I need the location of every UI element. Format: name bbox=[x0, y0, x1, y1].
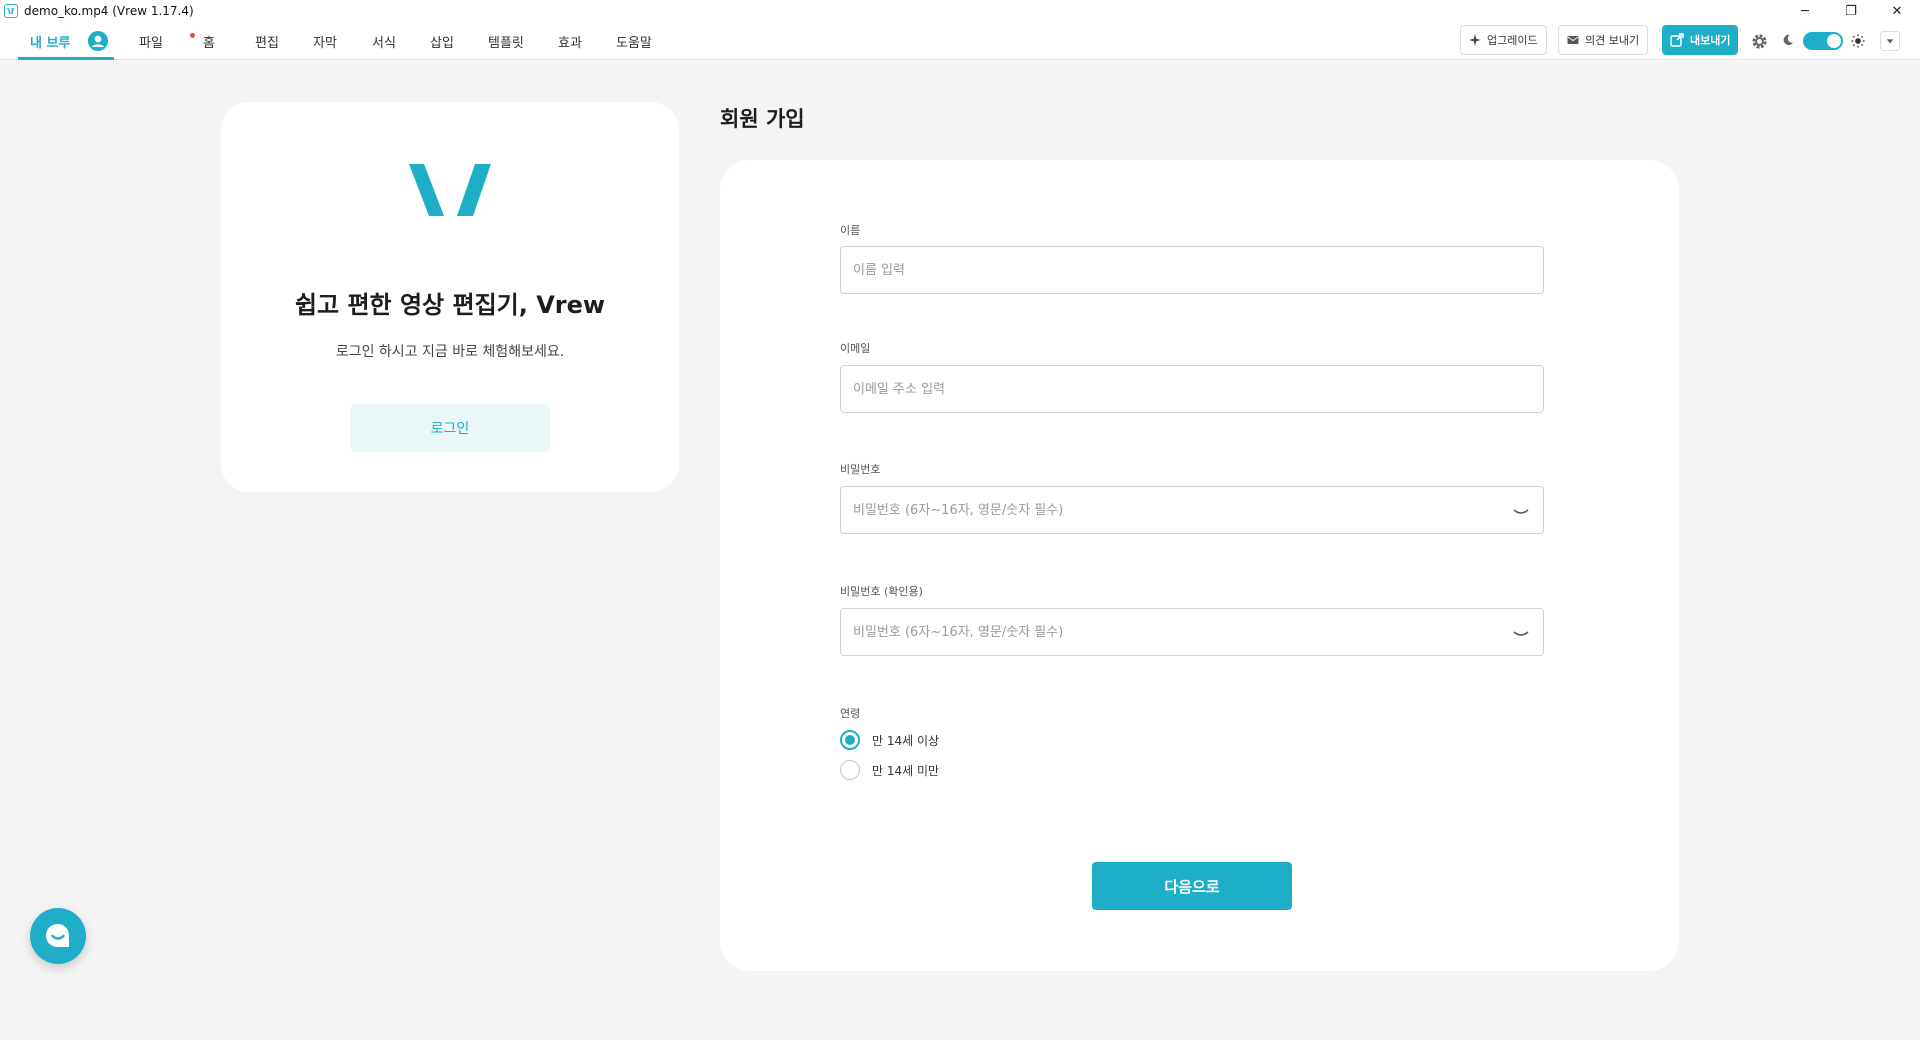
tab-help[interactable]: 도움말 bbox=[616, 22, 652, 60]
tab-edit[interactable]: 편집 bbox=[255, 22, 279, 60]
vrew-app-icon bbox=[4, 4, 18, 18]
name-label: 이름 bbox=[840, 224, 861, 237]
password-label: 비밀번호 bbox=[840, 463, 881, 476]
notification-dot bbox=[190, 33, 195, 38]
window-title: demo_ko.mp4 (Vrew 1.17.4) bbox=[24, 4, 194, 18]
tab-effects[interactable]: 효과 bbox=[558, 22, 582, 60]
age-option-label: 만 14세 미만 bbox=[872, 763, 940, 778]
tab-subtitle[interactable]: 자막 bbox=[313, 22, 337, 60]
upgrade-label: 업그레이드 bbox=[1487, 34, 1538, 47]
profile-icon bbox=[88, 31, 109, 51]
email-label: 이메일 bbox=[840, 342, 871, 355]
export-button[interactable]: 내보내기 bbox=[1662, 25, 1739, 55]
tab-my-vrew-label: 내 브루 bbox=[30, 35, 71, 51]
next-button[interactable]: 다음으로 bbox=[1092, 862, 1292, 910]
restore-button[interactable]: ❐ bbox=[1828, 0, 1874, 22]
menu-dropdown-button[interactable] bbox=[1880, 31, 1900, 51]
title-bar: demo_ko.mp4 (Vrew 1.17.4) ─ ❐ ✕ bbox=[0, 0, 1920, 22]
chat-icon bbox=[46, 924, 69, 947]
tab-format[interactable]: 서식 bbox=[372, 22, 396, 60]
tab-insert[interactable]: 삽입 bbox=[430, 22, 454, 60]
close-button[interactable]: ✕ bbox=[1874, 0, 1920, 22]
password-confirm-input[interactable] bbox=[840, 608, 1544, 656]
eye-closed-icon[interactable] bbox=[1512, 628, 1530, 640]
tab-template[interactable]: 템플릿 bbox=[488, 22, 524, 60]
password-input[interactable] bbox=[840, 486, 1544, 534]
intro-card: 쉽고 편한 영상 편집기, Vrew 로그인 하시고 지금 바로 체험해보세요.… bbox=[221, 102, 679, 492]
chat-support-button[interactable] bbox=[30, 908, 86, 964]
tab-file[interactable]: 파일 bbox=[139, 22, 163, 60]
theme-toggle[interactable] bbox=[1803, 32, 1843, 50]
feedback-label: 의견 보내기 bbox=[1585, 34, 1640, 47]
minimize-button[interactable]: ─ bbox=[1782, 0, 1828, 22]
intro-tagline: 쉽고 편한 영상 편집기, Vrew bbox=[294, 291, 606, 319]
eye-closed-icon[interactable] bbox=[1512, 506, 1530, 518]
sun-icon bbox=[1850, 33, 1866, 49]
feedback-button[interactable]: 의견 보내기 bbox=[1558, 25, 1649, 55]
upgrade-button[interactable]: 업그레이드 bbox=[1460, 25, 1547, 55]
page-title: 회원 가입 bbox=[720, 107, 805, 131]
password-confirm-label: 비밀번호 (확인용) bbox=[840, 585, 923, 598]
vrew-logo bbox=[409, 164, 491, 216]
age-label: 연령 bbox=[840, 707, 861, 720]
window-controls: ─ ❐ ✕ bbox=[1782, 0, 1920, 22]
sparkle-icon bbox=[1469, 34, 1481, 46]
export-label: 내보내기 bbox=[1690, 34, 1731, 47]
tab-home[interactable]: 홈 bbox=[203, 22, 215, 60]
intro-subtext: 로그인 하시고 지금 바로 체험해보세요. bbox=[335, 344, 565, 360]
moon-icon bbox=[1781, 33, 1795, 47]
chevron-down-icon bbox=[1886, 39, 1894, 44]
mail-icon bbox=[1567, 36, 1579, 44]
settings-icon[interactable] bbox=[1750, 32, 1768, 50]
radio-checked[interactable] bbox=[840, 730, 860, 750]
menu-bar: 내 브루 파일 홈 편집 자막 서식 삽입 템플릿 효과 도움말 업그레이드 의… bbox=[0, 22, 1920, 60]
age-option-under-14[interactable]: 만 14세 미만 bbox=[840, 760, 939, 780]
login-button[interactable]: 로그인 bbox=[350, 404, 550, 452]
active-tab-indicator bbox=[18, 57, 114, 60]
export-icon bbox=[1670, 33, 1684, 47]
name-input[interactable] bbox=[840, 246, 1544, 294]
tab-my-vrew[interactable]: 내 브루 bbox=[30, 22, 109, 60]
toggle-knob bbox=[1827, 34, 1841, 48]
age-option-label: 만 14세 이상 bbox=[872, 733, 940, 748]
age-option-14-plus[interactable]: 만 14세 이상 bbox=[840, 730, 939, 750]
radio-unchecked[interactable] bbox=[840, 760, 860, 780]
signup-form: 이름 이메일 비밀번호 비밀번호 (확인용) 연령 만 14세 이상 만 14세… bbox=[720, 160, 1679, 971]
email-input[interactable] bbox=[840, 365, 1544, 413]
